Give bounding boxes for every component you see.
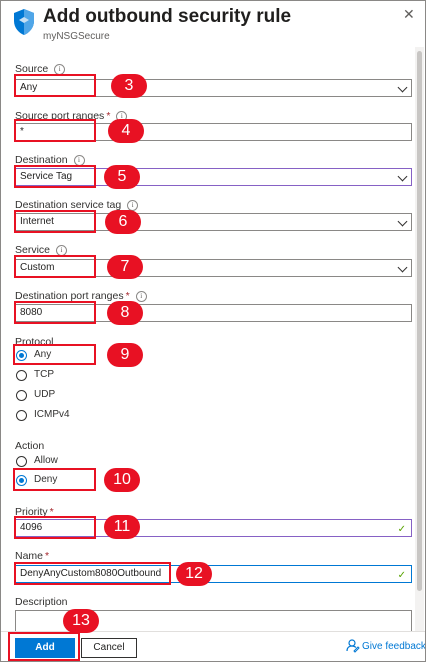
feedback-icon[interactable] xyxy=(346,639,360,653)
callout-badge: 5 xyxy=(104,165,140,189)
callout-badge: 6 xyxy=(105,210,141,234)
chevron-down-icon xyxy=(397,262,408,273)
callout-badge: 10 xyxy=(104,468,140,492)
action-label: Action xyxy=(15,440,45,452)
shield-icon xyxy=(14,9,34,35)
protocol-tcp-label: TCP xyxy=(34,369,54,380)
callout-badge: 12 xyxy=(176,562,212,586)
chevron-down-icon xyxy=(397,171,408,182)
callout-badge: 13 xyxy=(63,609,99,633)
info-icon[interactable]: i xyxy=(135,291,147,302)
page-subtitle: myNSGSecure xyxy=(43,31,110,42)
callout-highlight xyxy=(13,344,96,365)
protocol-udp-label: UDP xyxy=(34,389,56,400)
callout-badge: 9 xyxy=(107,343,143,367)
page-title: Add outbound security rule xyxy=(43,6,292,27)
callout-badge: 11 xyxy=(104,515,140,539)
callout-badge: 7 xyxy=(107,255,143,279)
chevron-down-icon xyxy=(397,82,408,93)
name-label: Name * xyxy=(15,550,50,562)
callout-highlight xyxy=(14,210,96,233)
callout-highlight xyxy=(14,516,96,539)
add-outbound-rule-panel: Add outbound security rule myNSGSecure ✕… xyxy=(0,0,426,662)
checkmark-icon: ✓ xyxy=(397,570,406,581)
protocol-icmpv4-radio[interactable] xyxy=(16,410,27,421)
cancel-button[interactable]: Cancel xyxy=(81,638,137,658)
callout-badge: 4 xyxy=(108,119,144,143)
callout-badge: 3 xyxy=(111,74,147,98)
callout-highlight xyxy=(14,255,96,278)
checkmark-icon: ✓ xyxy=(397,524,406,535)
close-icon[interactable]: ✕ xyxy=(403,7,415,21)
callout-highlight xyxy=(14,74,96,97)
protocol-tcp-radio[interactable] xyxy=(16,370,27,381)
callout-highlight xyxy=(14,301,96,324)
callout-highlight xyxy=(14,562,171,585)
callout-badge: 8 xyxy=(107,301,143,325)
chevron-down-icon xyxy=(397,216,408,227)
callout-highlight xyxy=(8,632,80,661)
protocol-udp-radio[interactable] xyxy=(16,390,27,401)
callout-highlight xyxy=(14,119,96,142)
action-allow-label: Allow xyxy=(34,455,58,466)
protocol-icmpv4-label: ICMPv4 xyxy=(34,409,70,420)
callout-highlight xyxy=(13,468,96,491)
description-label: Description xyxy=(15,596,68,608)
callout-highlight xyxy=(14,165,96,188)
give-feedback-link[interactable]: Give feedback xyxy=(362,641,425,652)
action-allow-radio[interactable] xyxy=(16,456,27,467)
scrollbar-thumb[interactable] xyxy=(417,51,422,591)
